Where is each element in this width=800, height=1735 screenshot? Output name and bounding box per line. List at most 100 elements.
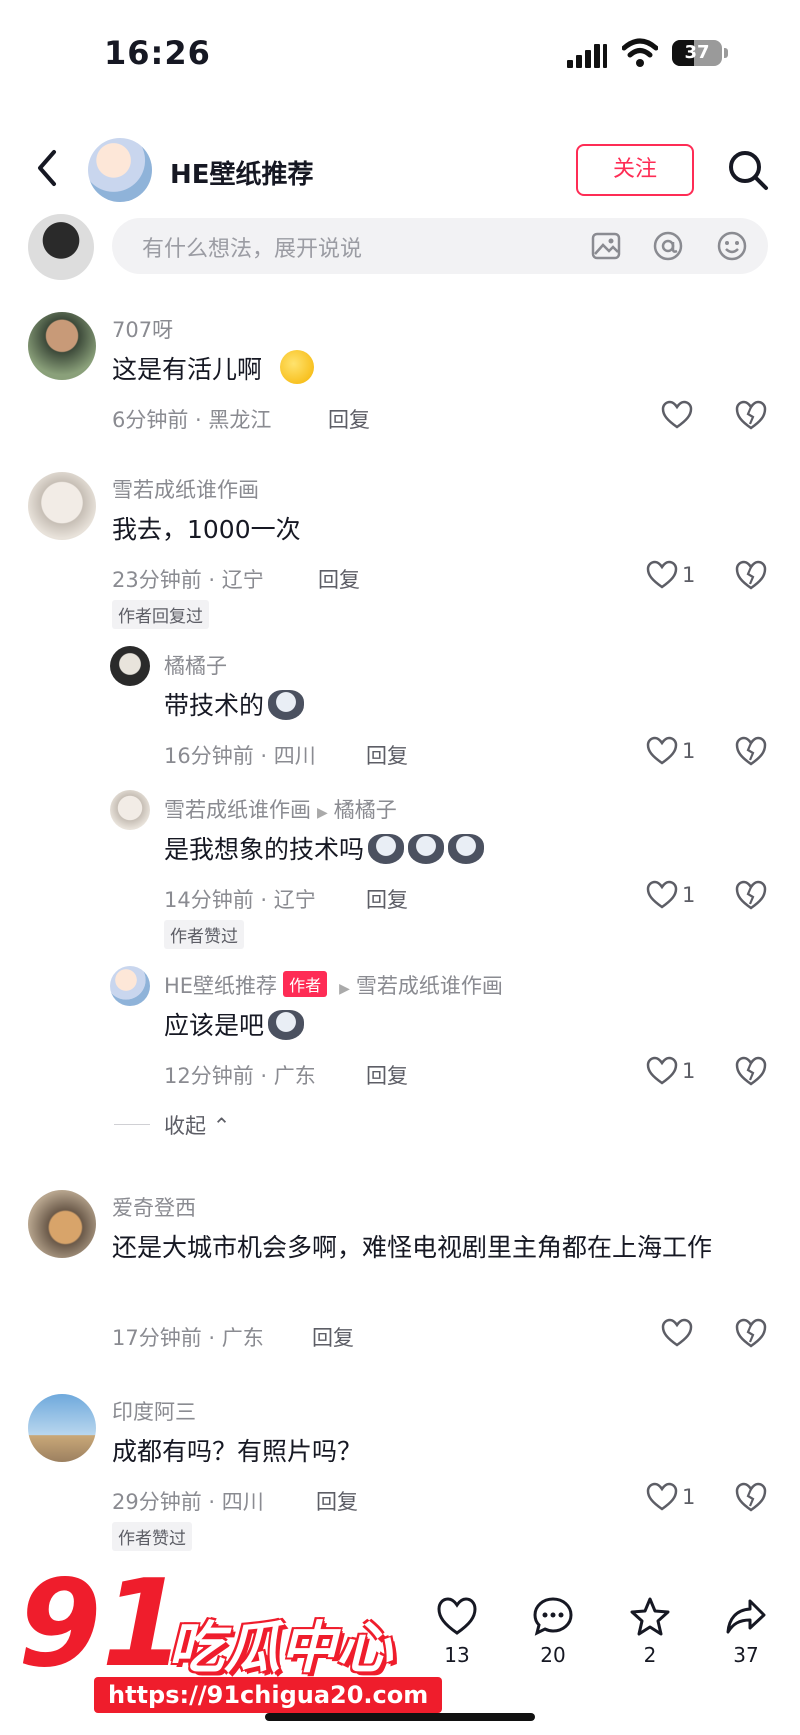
- broken-heart-icon[interactable]: [735, 879, 767, 911]
- share-button[interactable]: 37: [716, 1595, 776, 1667]
- reply-target[interactable]: 雪若成纸谁作画: [356, 974, 503, 998]
- comment-author[interactable]: 印度阿三: [112, 1396, 196, 1426]
- broken-heart-icon[interactable]: [735, 1317, 767, 1349]
- like-count: 1: [682, 1485, 696, 1509]
- comment-author[interactable]: 爱奇登西: [112, 1192, 196, 1222]
- like-count: 1: [682, 563, 696, 587]
- reply-button[interactable]: 回复: [366, 884, 408, 914]
- my-avatar: [28, 214, 94, 280]
- user-avatar[interactable]: [110, 966, 150, 1006]
- share-count: 37: [733, 1643, 759, 1667]
- heart-icon[interactable]: [661, 400, 693, 430]
- broken-heart-icon[interactable]: [735, 1481, 767, 1513]
- reply-button[interactable]: 回复: [328, 404, 370, 434]
- comment-text: 还是大城市机会多啊，难怪电视剧里主角都在上海工作: [112, 1233, 713, 1262]
- heart-icon[interactable]: [661, 1318, 693, 1348]
- like-button[interactable]: 13: [427, 1595, 487, 1667]
- like-count: 1: [682, 1059, 696, 1083]
- comment-meta: 16分钟前 · 四川: [164, 744, 316, 768]
- reply-button[interactable]: 回复: [318, 564, 360, 594]
- comment-text: 我去，1000一次: [112, 515, 301, 544]
- emoji-icon[interactable]: [716, 230, 748, 262]
- heart-icon: [437, 1597, 477, 1635]
- back-arrow-icon[interactable]: [32, 148, 62, 188]
- reply-arrow-icon: ▶: [317, 805, 328, 821]
- status-time: 16:26: [104, 34, 211, 72]
- comment-meta: 29分钟前 · 四川: [112, 1490, 264, 1514]
- broken-heart-icon[interactable]: [735, 399, 767, 431]
- cellular-signal-icon: [567, 44, 607, 68]
- comment-meta: 23分钟前 · 辽宁: [112, 568, 264, 592]
- favorite-button[interactable]: 2: [620, 1595, 680, 1667]
- heart-icon[interactable]: [646, 880, 678, 910]
- like-count: 1: [682, 883, 696, 907]
- image-icon[interactable]: [590, 230, 622, 262]
- star-icon: [630, 1597, 670, 1636]
- reply-item: 雪若成纸谁作画 ▶ 橘橘子 是我想象的技术吗 14分钟前 · 辽宁 回复 作者赞过 …: [0, 788, 800, 949]
- broken-heart-icon[interactable]: [735, 1055, 767, 1087]
- account-avatar[interactable]: [88, 138, 152, 202]
- comment-item: 707呀 这是有活儿啊 6分钟前 · 黑龙江 回复: [0, 308, 800, 438]
- cat-emoji: [368, 834, 405, 864]
- comment-author[interactable]: 橘橘子: [164, 650, 227, 680]
- user-avatar[interactable]: [28, 472, 96, 540]
- user-avatar[interactable]: [110, 646, 150, 686]
- search-icon[interactable]: [726, 148, 770, 192]
- broken-heart-icon[interactable]: [735, 735, 767, 767]
- comment-item: 印度阿三 成都有吗？有照片吗？ 29分钟前 · 四川 回复 作者赞过 1: [0, 1390, 800, 1551]
- broken-heart-icon[interactable]: [735, 559, 767, 591]
- comment-meta: 14分钟前 · 辽宁: [164, 888, 316, 912]
- comment-text: 成都有吗？有照片吗？: [112, 1437, 363, 1466]
- reply-button[interactable]: 回复: [312, 1322, 354, 1352]
- author-liked-badge: 作者赞过: [112, 1522, 192, 1551]
- comment-text: 应该是吧: [164, 1006, 664, 1046]
- follow-button[interactable]: 关注: [576, 144, 694, 196]
- comment-text: 带技术的: [164, 686, 664, 726]
- watermark-number: 91: [18, 1555, 185, 1694]
- heart-icon[interactable]: [646, 736, 678, 766]
- comment-author: HE壁纸推荐 作者 ▶ 雪若成纸谁作画: [164, 970, 503, 1000]
- like-count: 1: [682, 739, 696, 763]
- cat-emoji: [268, 690, 305, 720]
- user-avatar[interactable]: [110, 790, 150, 830]
- reply-button[interactable]: 回复: [366, 740, 408, 770]
- reply-author[interactable]: HE壁纸推荐: [164, 974, 277, 998]
- comment-input[interactable]: 有什么想法，展开说说: [112, 218, 768, 274]
- reply-button[interactable]: 回复: [366, 1060, 408, 1090]
- heart-icon[interactable]: [646, 1482, 678, 1512]
- cat-emoji: [408, 834, 445, 864]
- comment-author: 雪若成纸谁作画 ▶ 橘橘子: [164, 794, 397, 824]
- reply-item: HE壁纸推荐 作者 ▶ 雪若成纸谁作画 应该是吧 12分钟前 · 广东 回复 1: [0, 964, 800, 1094]
- watermark-url: https://91chigua20.com: [94, 1677, 443, 1713]
- reply-author[interactable]: 雪若成纸谁作画: [164, 798, 311, 822]
- comment-item: 雪若成纸谁作画 我去，1000一次 23分钟前 · 辽宁 回复 作者回复过 1: [0, 468, 800, 629]
- comment-item: 爱奇登西 还是大城市机会多啊，难怪电视剧里主角都在上海工作 17分钟前 · 广东…: [0, 1186, 800, 1350]
- reply-item: 橘橘子 带技术的 16分钟前 · 四川 回复 1: [0, 644, 800, 774]
- account-name[interactable]: HE壁纸推荐: [170, 154, 314, 191]
- collapse-divider: [114, 1124, 150, 1125]
- reply-button[interactable]: 回复: [316, 1486, 358, 1516]
- user-avatar[interactable]: [28, 1394, 96, 1462]
- comment-author[interactable]: 707呀: [112, 314, 173, 344]
- shushing-face-emoji: [280, 350, 315, 384]
- chevron-up-icon: ⌃: [212, 1114, 231, 1138]
- battery-icon: 37: [672, 40, 722, 66]
- comment-author[interactable]: 雪若成纸谁作画: [112, 474, 259, 504]
- favorite-count: 2: [643, 1643, 657, 1667]
- comment-input-placeholder: 有什么想法，展开说说: [142, 237, 363, 262]
- heart-icon[interactable]: [646, 1056, 678, 1086]
- cat-emoji: [448, 834, 485, 864]
- comment-meta: 12分钟前 · 广东: [164, 1064, 316, 1088]
- battery-level: 37: [684, 42, 710, 63]
- mention-icon[interactable]: [652, 230, 684, 262]
- wifi-icon: [622, 38, 658, 67]
- collapse-replies-button[interactable]: 收起 ⌃: [164, 1110, 230, 1140]
- heart-icon[interactable]: [646, 560, 678, 590]
- user-avatar[interactable]: [28, 1190, 96, 1258]
- reply-target[interactable]: 橘橘子: [334, 798, 397, 822]
- comment-text: 是我想象的技术吗: [164, 830, 664, 870]
- header: HE壁纸推荐 关注: [0, 130, 800, 210]
- comment-input-row: 有什么想法，展开说说: [0, 214, 800, 280]
- comment-button[interactable]: 20: [523, 1595, 583, 1667]
- user-avatar[interactable]: [28, 312, 96, 380]
